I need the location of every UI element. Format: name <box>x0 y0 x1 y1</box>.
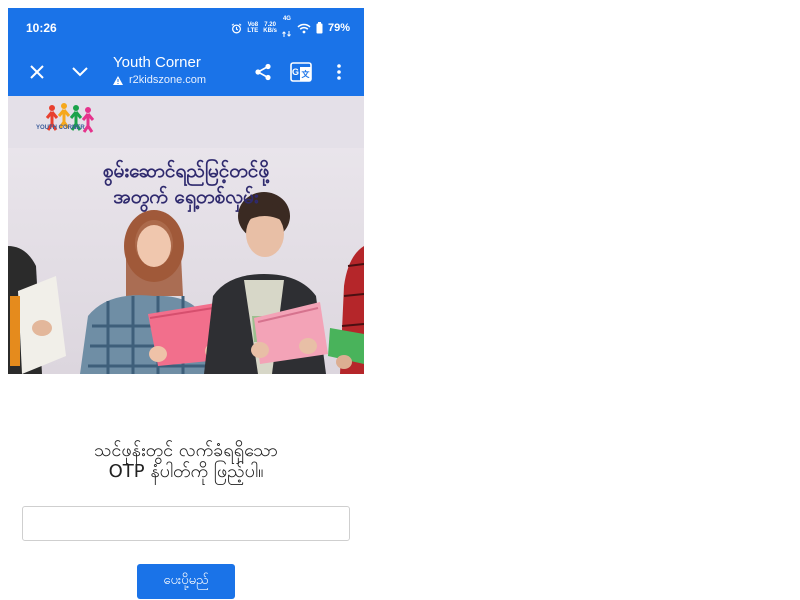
submit-button[interactable]: ပေးပို့မည် <box>137 564 235 599</box>
otp-input[interactable] <box>22 506 350 541</box>
status-bar: 10:26 Vo8 LTE 7.20 KB/s 4G 79% <box>8 8 364 48</box>
phone-screen: 10:26 Vo8 LTE 7.20 KB/s 4G 79% Youth Cor… <box>8 8 364 600</box>
svg-text:文: 文 <box>302 69 311 79</box>
close-icon <box>30 65 44 79</box>
close-button[interactable] <box>18 48 56 96</box>
status-icons: Vo8 LTE 7.20 KB/s 4G 79% <box>231 16 350 41</box>
toolbar-actions: G 文 <box>244 48 364 96</box>
translate-button[interactable]: G 文 <box>282 48 320 96</box>
more-vert-icon <box>337 64 341 80</box>
otp-instructions-line-1: သင်ဖုန်းတွင် လက်ခံရရှိသော <box>94 440 278 461</box>
volte-indicator: Vo8 LTE <box>247 22 259 34</box>
otp-instructions-line-2: OTP နံပါတ်ကို ဖြည့်ပါ။ <box>108 461 264 482</box>
battery-icon <box>316 22 323 34</box>
signal-arrows-icon <box>282 30 291 37</box>
share-icon <box>255 63 271 81</box>
share-button[interactable] <box>244 48 282 96</box>
status-time: 10:26 <box>26 21 57 35</box>
page-url: r2kidszone.com <box>113 74 206 86</box>
page-title: Youth Corner <box>113 54 201 71</box>
svg-text:G: G <box>292 67 299 77</box>
more-menu-button[interactable] <box>320 48 358 96</box>
hero-title: စွမ်းဆောင်ရည်မြင့်တင်ဖို့ အတွက် ရှေ့တစ်လ… <box>8 158 364 210</box>
hero-photo <box>8 96 364 374</box>
hero-title-line-2: အတွက် ရှေ့တစ်လှမ်း <box>113 186 259 208</box>
browser-toolbar: Youth Corner r2kidszone.com G 文 <box>8 48 364 96</box>
mobile-signal: 4G <box>282 16 292 41</box>
hero-title-line-1: စွမ်းဆောင်ရည်မြင့်တင်ဖို့ <box>102 160 270 182</box>
battery-percent: 79% <box>327 22 350 34</box>
alarm-icon <box>231 22 242 33</box>
warning-icon <box>113 75 123 85</box>
url-text: r2kidszone.com <box>129 74 207 86</box>
logo-text: YOUTH CORNER <box>36 125 85 131</box>
chevron-down-icon <box>72 67 88 77</box>
page-identity[interactable]: Youth Corner r2kidszone.com <box>113 54 206 86</box>
hero-banner: YOUTH CORNER စွမ်းဆောင်ရည်မြင့်တင်ဖို့ အ… <box>8 96 364 374</box>
otp-instructions: သင်ဖုန်းတွင် လက်ခံရရှိသော OTP နံပါတ်ကို … <box>28 440 344 482</box>
wifi-icon <box>297 23 311 33</box>
translate-icon: G 文 <box>290 62 312 82</box>
network-speed: 7.20 KB/s <box>263 22 277 34</box>
expand-button[interactable] <box>61 48 99 96</box>
